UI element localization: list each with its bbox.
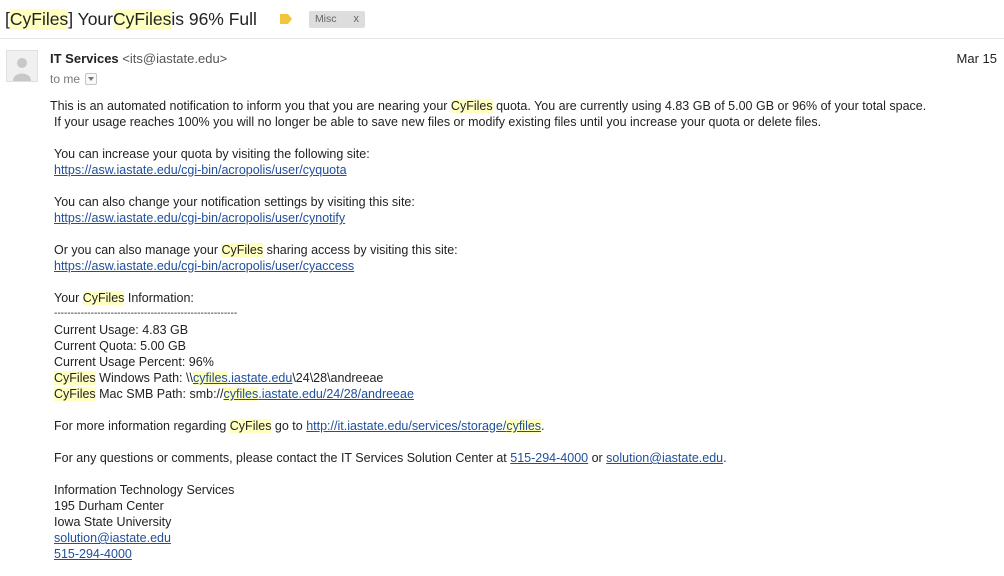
mac-path-highlight: CyFiles — [54, 387, 96, 401]
more-text-a: For more information regarding — [54, 419, 230, 433]
info-text-a: Your — [54, 291, 83, 305]
intro-text-a: This is an automated notification to inf… — [50, 99, 451, 113]
label-tag-icon[interactable] — [279, 13, 293, 25]
quota-link[interactable]: https://asw.iastate.edu/cgi-bin/acropoli… — [54, 163, 347, 177]
signature-university: Iowa State University — [54, 515, 172, 529]
info-text-b: Information: — [124, 291, 194, 305]
windows-link-highlight: cyfiles — [192, 371, 228, 385]
subject-tag-highlight: CyFiles — [9, 8, 69, 30]
windows-path-highlight: CyFiles — [54, 371, 96, 385]
questions-email-link[interactable]: solution@iastate.edu — [606, 451, 723, 465]
mac-path: CyFiles Mac SMB Path: smb://cyfiles.iast… — [50, 386, 926, 402]
more-text-b: go to — [271, 419, 307, 433]
questions-line: For any questions or comments, please co… — [50, 450, 926, 466]
current-quota: Current Quota: 5.00 GB — [54, 339, 187, 353]
header-divider — [0, 38, 1004, 39]
intro-line-1: This is an automated notification to inf… — [50, 98, 926, 114]
notify-link[interactable]: https://asw.iastate.edu/cgi-bin/acropoli… — [54, 211, 345, 225]
label-chip-misc[interactable]: Misc x — [308, 10, 366, 28]
questions-phone-link[interactable]: 515-294-4000 — [510, 451, 588, 465]
mac-link-rest: .iastate.edu/24/28/andreeae — [258, 387, 414, 401]
access-text: Or you can also manage your CyFiles shar… — [50, 242, 926, 258]
quota-text: You can increase your quota by visiting … — [54, 147, 370, 161]
default-avatar-icon — [6, 50, 38, 82]
sender-name[interactable]: IT Services — [50, 51, 119, 66]
more-highlight: CyFiles — [229, 419, 272, 433]
recipient-line: to me — [50, 72, 98, 86]
intro-text-b: quota. You are currently using 4.83 GB o… — [492, 99, 927, 113]
sender-email: <its@iastate.edu> — [122, 51, 228, 66]
signature-phone-link[interactable]: 515-294-4000 — [54, 547, 132, 561]
access-link[interactable]: https://asw.iastate.edu/cgi-bin/acropoli… — [54, 259, 354, 273]
more-link-highlight: cyfiles — [506, 419, 542, 433]
subject-text: ] Your — [68, 8, 113, 29]
recipient-text: to me — [50, 72, 81, 86]
info-separator: ----------------------------------------… — [54, 308, 238, 319]
mac-path-link[interactable]: cyfiles.iastate.edu/24/28/andreeae — [223, 387, 414, 401]
notify-text: You can also change your notification se… — [54, 195, 415, 209]
signature-org: Information Technology Services — [54, 483, 235, 497]
sender-line[interactable]: IT Services <its@iastate.edu> — [50, 51, 227, 66]
email-date: Mar 15 — [956, 51, 997, 66]
questions-or: or — [588, 451, 607, 465]
info-heading: Your CyFiles Information: — [50, 290, 926, 306]
current-usage: Current Usage: 4.83 GB — [54, 323, 189, 337]
more-end: . — [541, 419, 545, 433]
windows-path-link[interactable]: cyfiles.iastate.edu — [192, 371, 293, 385]
chevron-down-icon[interactable] — [85, 73, 98, 85]
access-highlight: CyFiles — [221, 243, 264, 257]
email-subject: [CyFiles] Your CyFiles is 96% Full Misc … — [5, 7, 366, 31]
subject-product-highlight: CyFiles — [113, 8, 172, 30]
signature-address: 195 Durham Center — [54, 499, 164, 513]
mac-path-label: Mac SMB Path: smb:// — [95, 387, 224, 401]
questions-text: For any questions or comments, please co… — [54, 451, 511, 465]
questions-end: . — [723, 451, 727, 465]
windows-path-label: Windows Path: \\ — [95, 371, 193, 385]
access-text-a: Or you can also manage your — [54, 243, 222, 257]
windows-path-tail: \24\28\andreeae — [292, 371, 384, 385]
windows-link-rest: .iastate.edu — [227, 371, 293, 385]
intro-line-2: If your usage reaches 100% you will no l… — [54, 115, 822, 129]
intro-highlight: CyFiles — [450, 99, 493, 113]
mac-link-highlight: cyfiles — [223, 387, 259, 401]
subject-rest: is 96% Full — [171, 8, 257, 29]
more-info-link[interactable]: http://it.iastate.edu/services/storage/c… — [306, 419, 542, 433]
signature-email-link[interactable]: solution@iastate.edu — [54, 531, 171, 545]
remove-label-button[interactable]: x — [354, 13, 360, 25]
email-body: This is an automated notification to inf… — [50, 98, 926, 562]
more-link-text: http://it.iastate.edu/services/storage/ — [306, 419, 507, 433]
info-highlight: CyFiles — [82, 291, 125, 305]
label-chip-text: Misc — [314, 13, 337, 25]
windows-path: CyFiles Windows Path: \\cyfiles.iastate.… — [50, 370, 926, 386]
more-info-line: For more information regarding CyFiles g… — [50, 418, 926, 434]
access-text-b: sharing access by visiting this site: — [263, 243, 458, 257]
current-usage-percent: Current Usage Percent: 96% — [54, 355, 214, 369]
